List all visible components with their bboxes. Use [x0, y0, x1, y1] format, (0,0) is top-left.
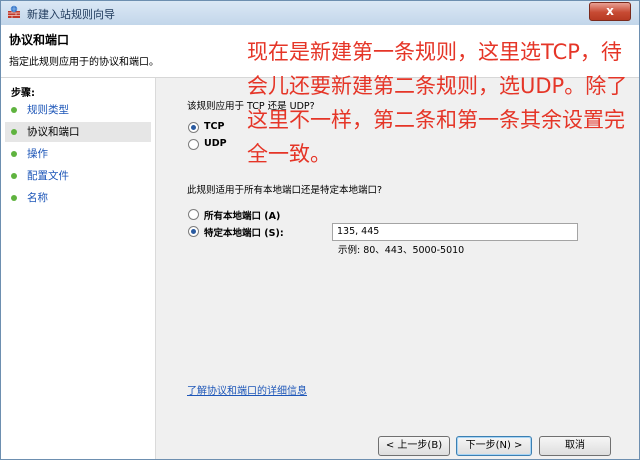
step-bullet-icon [11, 173, 17, 179]
protocol-ports-help-link[interactable]: 了解协议和端口的详细信息 [187, 382, 307, 397]
close-button[interactable]: x [589, 2, 631, 21]
step-rule-type[interactable]: 规则类型 [5, 100, 151, 120]
steps-label: 步骤: [11, 88, 35, 99]
firewall-app-icon [8, 5, 20, 18]
step-label: 协议和端口 [27, 126, 80, 138]
steps-sidebar: 步骤: 规则类型 协议和端口 操作 配置文件 名称 [1, 78, 156, 459]
radio-selected-icon[interactable] [188, 122, 199, 133]
step-label: 名称 [27, 192, 48, 204]
step-protocol-ports[interactable]: 协议和端口 [5, 122, 151, 142]
cancel-button[interactable]: 取消 [539, 436, 611, 456]
ports-example: 示例: 80、443、5000-5010 [338, 245, 465, 256]
step-bullet-icon [11, 151, 17, 157]
next-button[interactable]: 下一步(N) > [456, 436, 532, 456]
radio-label: 所有本地端口 (A) [204, 211, 281, 222]
step-name[interactable]: 名称 [5, 188, 151, 208]
radio-unselected-icon[interactable] [188, 209, 199, 220]
wizard-window: 新建入站规则向导 x 协议和端口 指定此规则应用于的协议和端口。 步骤: 规则类… [0, 0, 640, 460]
step-bullet-icon [11, 129, 17, 135]
specific-ports-input[interactable]: 135, 445 [332, 223, 578, 241]
title-bar: 新建入站规则向导 x [1, 1, 639, 26]
step-profile[interactable]: 配置文件 [5, 166, 151, 186]
step-label: 配置文件 [27, 170, 69, 182]
step-label: 操作 [27, 148, 48, 160]
page-description: 指定此规则应用于的协议和端口。 [9, 57, 159, 68]
step-bullet-icon [11, 195, 17, 201]
step-label: 规则类型 [27, 104, 69, 116]
step-bullet-icon [11, 107, 17, 113]
red-annotation-text: 现在是新建第一条规则，这里选TCP，待会儿还要新建第二条规则，选UDP。除了这里… [247, 40, 628, 166]
window-title: 新建入站规则向导 [27, 8, 115, 21]
radio-label: UDP [204, 138, 227, 149]
back-button[interactable]: < 上一步(B) [378, 436, 450, 456]
radio-unselected-icon[interactable] [188, 139, 199, 150]
port-question: 此规则适用于所有本地端口还是特定本地端口? [187, 185, 383, 196]
radio-selected-icon[interactable] [188, 226, 199, 237]
radio-label: 特定本地端口 (S): [204, 228, 284, 239]
step-action[interactable]: 操作 [5, 144, 151, 164]
page-title: 协议和端口 [9, 33, 70, 47]
radio-label: TCP [204, 121, 225, 132]
